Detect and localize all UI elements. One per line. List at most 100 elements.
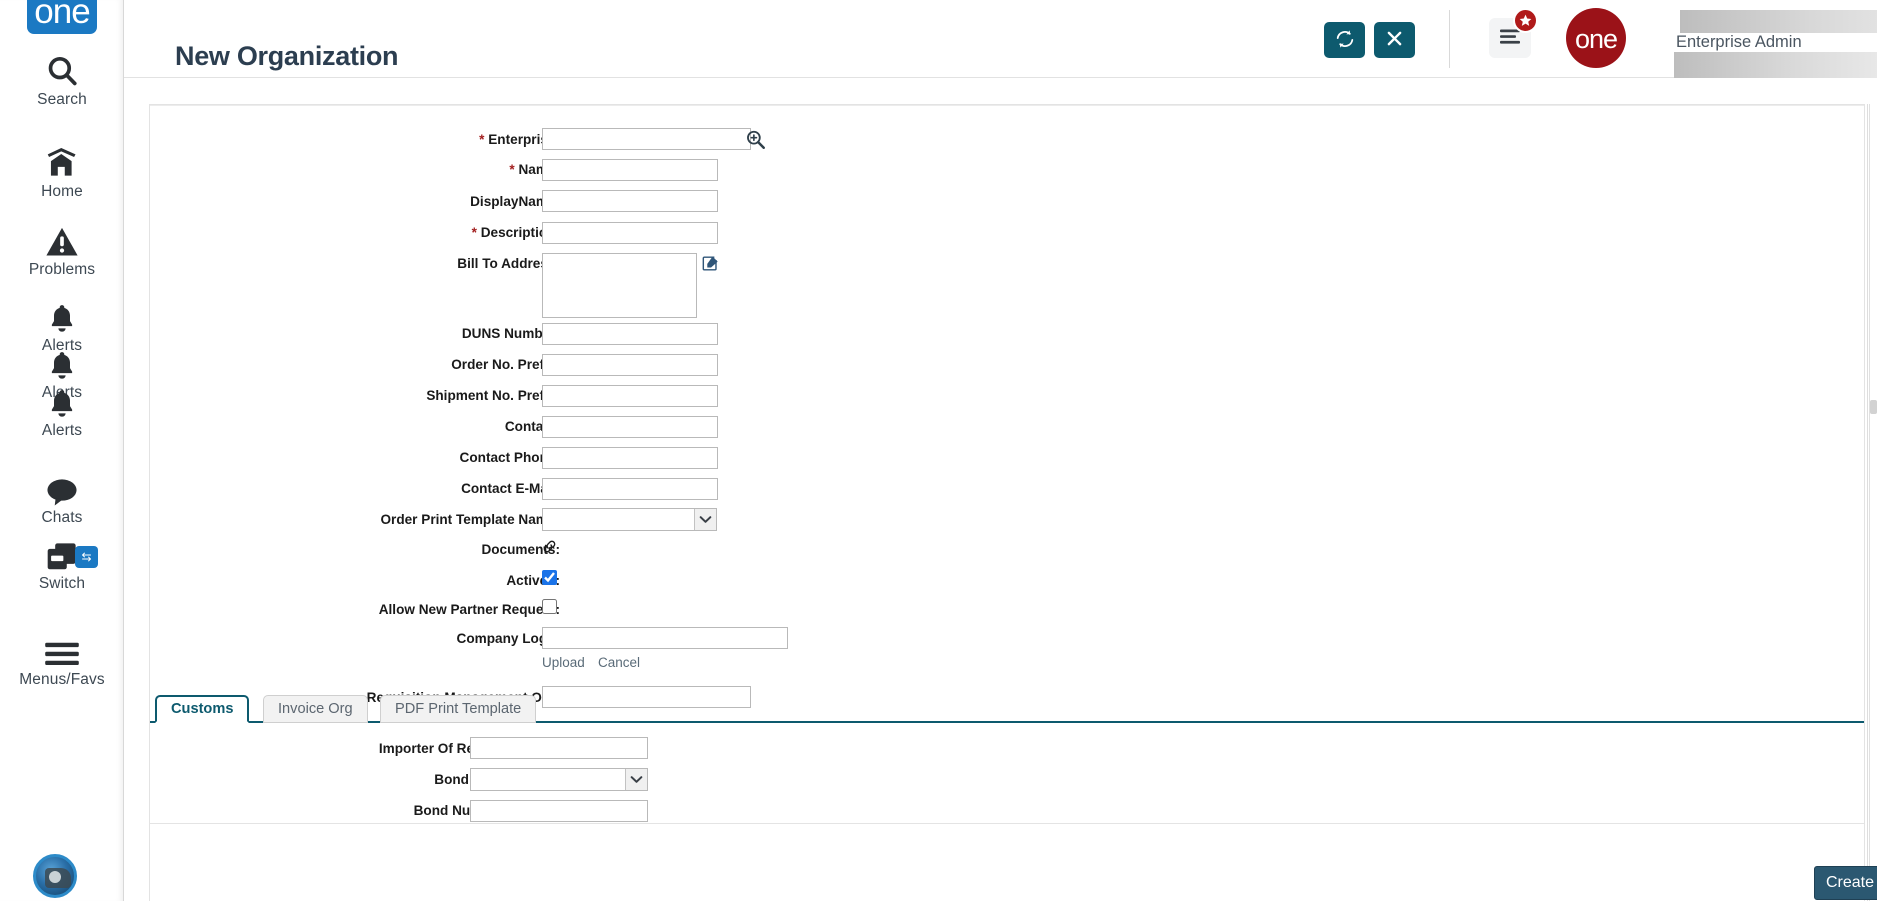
field-row-importer-of-record: Importer Of Record:: [150, 738, 508, 762]
tab-customs[interactable]: Customs: [155, 695, 250, 723]
user-account-box[interactable]: Enterprise Admin: [1636, 8, 1877, 78]
sidebar-label-search: Search: [37, 91, 87, 108]
brand-logo: one: [27, 0, 97, 34]
warning-triangle-icon: [0, 226, 123, 258]
label-bond-type: Bond Type:: [434, 772, 508, 787]
sidebar-label-switch: Switch: [38, 575, 86, 592]
select-bond-type[interactable]: [470, 768, 648, 791]
label-company-logo: Company Logo:: [456, 631, 560, 646]
input-duns-number[interactable]: [542, 323, 718, 345]
field-row-bill-to-address: Bill To Address:: [200, 253, 560, 277]
magnifier-plus-icon: [745, 130, 766, 153]
checkbox-allow-new-partner-request[interactable]: [542, 599, 557, 614]
field-row-shipment-no-prefix: Shipment No. Prefix:: [200, 385, 560, 409]
label-contact: Contact:: [504, 419, 560, 434]
textarea-bill-to-address[interactable]: [542, 253, 697, 318]
label-duns-number: DUNS Number:: [461, 326, 560, 341]
refresh-icon: [1335, 29, 1355, 52]
close-button[interactable]: [1374, 22, 1415, 58]
label-shipment-no-prefix: Shipment No. Prefix:: [426, 388, 560, 403]
sidebar-label-chats: Chats: [41, 509, 83, 526]
input-bond-number[interactable]: [470, 800, 648, 822]
input-enterprise[interactable]: [542, 128, 751, 150]
sidebar-item-switch[interactable]: ⇆ Switch: [0, 542, 123, 593]
input-importer-of-record[interactable]: [470, 737, 648, 759]
vertical-scrollbar-thumb[interactable]: [1870, 400, 1877, 414]
tab-invoice-org[interactable]: Invoice Org: [263, 695, 368, 723]
field-row-active: Active?:: [200, 570, 560, 594]
application-root: one Search Home Problems Alerts Alerts C…: [0, 0, 1877, 901]
bell-icon: [0, 304, 123, 334]
enterprise-search-button[interactable]: [745, 129, 766, 150]
organization-form-panel: * Enterprise: * Name: DisplayName: * Des…: [149, 104, 1865, 901]
swap-arrows-icon[interactable]: ⇆: [75, 546, 98, 568]
required-marker: *: [509, 162, 515, 177]
user-name-label: Enterprise Admin: [1676, 33, 1802, 51]
bell-icon: [0, 389, 123, 419]
sidebar-item-search[interactable]: Search: [0, 54, 123, 109]
sidebar-label-alerts-3: Alerts: [41, 422, 83, 439]
search-icon: [0, 54, 123, 88]
input-contact[interactable]: [542, 416, 718, 438]
panel-right-edge: [1867, 104, 1868, 901]
input-company-logo[interactable]: [542, 627, 788, 649]
field-row-contact-email: Contact E-Mail:: [200, 478, 560, 502]
field-row-contact: Contact:: [200, 416, 560, 440]
input-shipment-no-prefix[interactable]: [542, 385, 718, 407]
sidebar-item-menus-favs[interactable]: Menus/Favs: [0, 640, 123, 689]
label-name: * Name:: [509, 162, 560, 177]
label-order-no-prefix: Order No. Prefix:: [451, 357, 560, 372]
sidebar-item-alerts-1[interactable]: Alerts: [0, 304, 123, 355]
label-allow-new-partner-request: Allow New Partner Request:: [378, 602, 560, 617]
bill-to-address-edit-button[interactable]: [702, 255, 719, 272]
field-row-bond-number: Bond Number:: [150, 800, 508, 824]
sidebar-item-alerts-3[interactable]: Alerts: [0, 389, 123, 440]
create-button[interactable]: Create: [1814, 866, 1877, 900]
field-row-allow-new-partner-request: Allow New Partner Request:: [200, 599, 560, 623]
documents-link-button[interactable]: [542, 539, 557, 554]
chat-bubble-icon: [0, 478, 123, 506]
vertical-scrollbar-track[interactable]: [1869, 104, 1877, 901]
input-name[interactable]: [542, 159, 718, 181]
panel-bottom-rule: [150, 823, 1864, 824]
field-row-description: * Description:: [200, 222, 560, 246]
field-row-enterprise: * Enterprise:: [200, 129, 560, 153]
star-icon-badge: [1513, 8, 1538, 33]
label-contact-phone: Contact Phone:: [459, 450, 560, 465]
cancel-link[interactable]: Cancel: [598, 655, 640, 670]
input-contact-phone[interactable]: [542, 447, 718, 469]
field-row-order-no-prefix: Order No. Prefix:: [200, 354, 560, 378]
refresh-button[interactable]: [1324, 22, 1365, 58]
field-row-company-logo: Company Logo:: [200, 628, 560, 652]
tab-pdf-print-template[interactable]: PDF Print Template: [380, 695, 537, 723]
sidebar-item-chats[interactable]: Chats: [0, 478, 123, 527]
left-sidebar: one Search Home Problems Alerts Alerts C…: [0, 0, 124, 901]
input-description[interactable]: [542, 222, 718, 244]
bell-icon: [0, 351, 123, 381]
input-order-no-prefix[interactable]: [542, 354, 718, 376]
label-contact-email: Contact E-Mail:: [461, 481, 560, 496]
field-row-contact-phone: Contact Phone:: [200, 447, 560, 471]
input-displayname[interactable]: [542, 190, 718, 212]
field-row-order-print-template: Order Print Template Name:: [200, 509, 560, 533]
sidebar-label-home: Home: [41, 183, 83, 200]
top-header: New Organization one Enterprise Admin: [124, 0, 1877, 78]
star-icon: [1519, 14, 1532, 26]
sidebar-label-problems: Problems: [28, 261, 96, 278]
chain-link-icon: [542, 540, 557, 557]
avatar-lens: [49, 871, 61, 883]
label-documents: Documents:: [481, 542, 560, 557]
tab-bar: Customs Invoice Org PDF Print Template: [150, 695, 1864, 723]
user-avatar-icon[interactable]: [33, 854, 77, 898]
required-marker: *: [471, 225, 477, 240]
field-row-documents: Documents:: [200, 539, 560, 563]
sidebar-item-home[interactable]: Home: [0, 148, 123, 201]
redacted-bar-bottom: [1674, 52, 1877, 78]
sidebar-item-problems[interactable]: Problems: [0, 226, 123, 279]
select-order-print-template[interactable]: [542, 508, 717, 531]
field-row-name: * Name:: [200, 159, 560, 183]
checkbox-active[interactable]: [542, 570, 557, 585]
input-contact-email[interactable]: [542, 478, 718, 500]
upload-link[interactable]: Upload: [542, 655, 585, 670]
page-title: New Organization: [175, 41, 399, 72]
